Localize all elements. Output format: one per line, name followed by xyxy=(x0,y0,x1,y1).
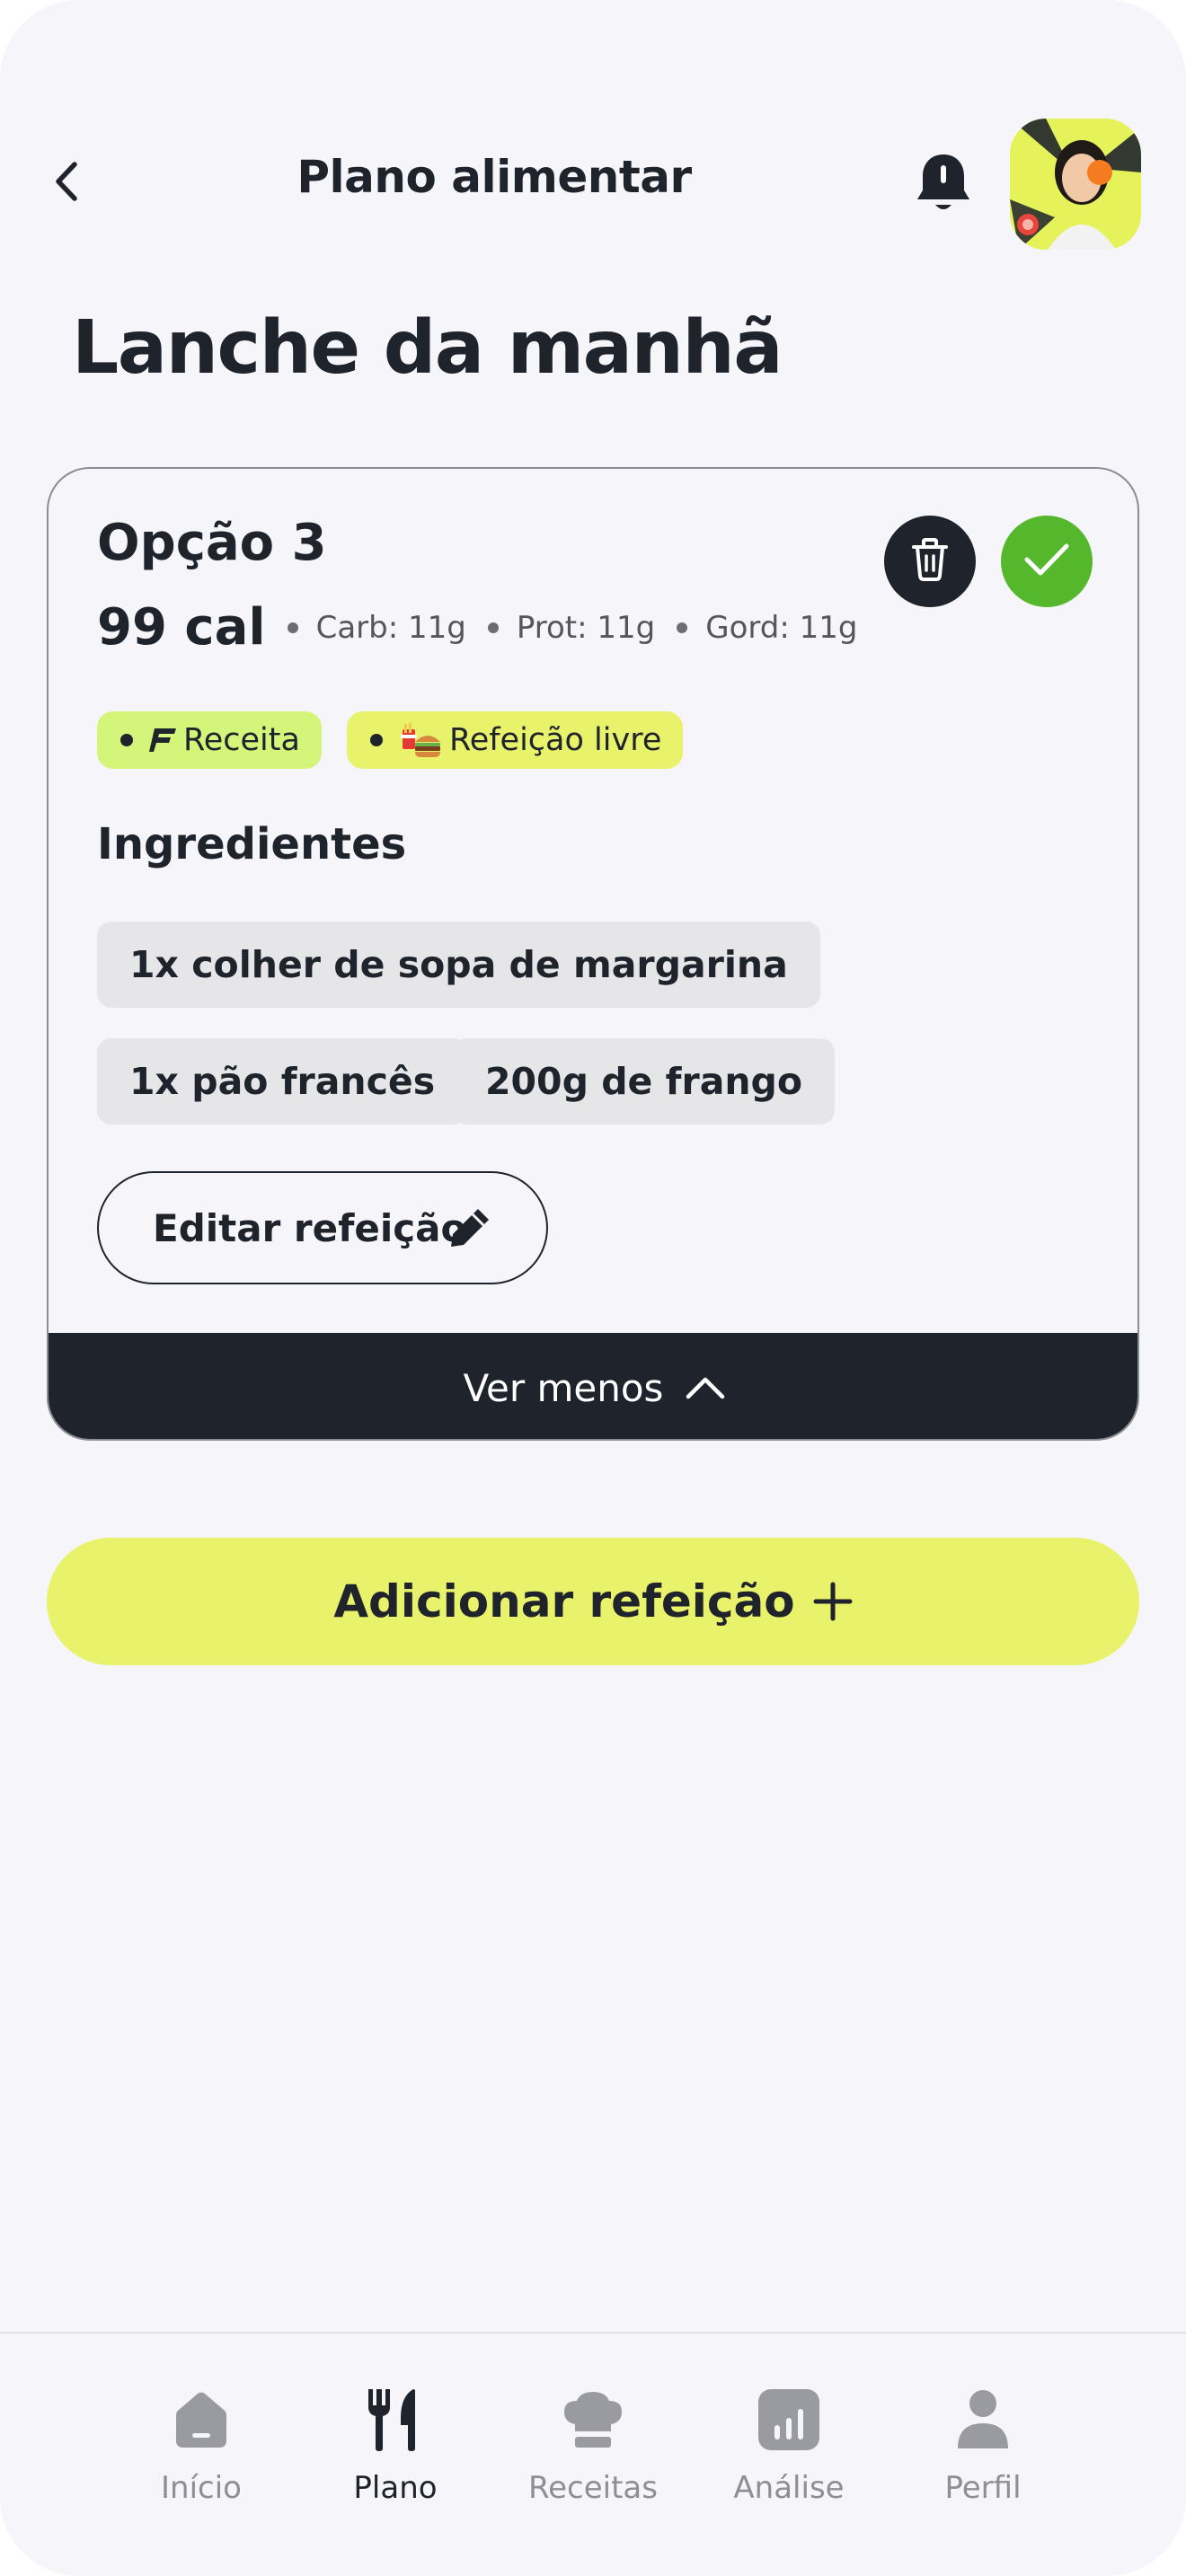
bar-chart-icon xyxy=(757,2384,821,2456)
meal-option-card: Opção 3 99 cal Carb: 11g Prot: 11g Gord:… xyxy=(47,467,1139,1441)
bottom-tab-bar: Início Plano Receitas Análise Perfil xyxy=(0,2332,1186,2576)
confirm-button[interactable] xyxy=(1001,516,1093,607)
app-screen: Plano alimentar Lanche da manhã Opção 3 … xyxy=(0,0,1186,2576)
tab-label: Início xyxy=(161,2470,242,2506)
tag-list: Receita Refeição livre xyxy=(97,711,684,769)
pencil-icon xyxy=(447,1205,492,1259)
notifications-button[interactable] xyxy=(909,149,978,221)
see-less-button[interactable]: Ver menos xyxy=(49,1333,1137,1439)
header-title: Plano alimentar xyxy=(296,151,692,203)
trash-icon xyxy=(908,536,951,587)
avatar[interactable] xyxy=(1010,119,1141,250)
tag-dot xyxy=(120,734,133,746)
tag-dot xyxy=(369,734,383,746)
tab-label: Receitas xyxy=(528,2470,658,2506)
bell-icon xyxy=(914,151,973,219)
separator-dot xyxy=(487,622,499,633)
fat-value: Gord: 11g xyxy=(705,609,858,646)
chevron-up-icon xyxy=(685,1375,726,1400)
separator-dot xyxy=(287,622,298,633)
tab-perfil[interactable]: Perfil xyxy=(893,2384,1073,2527)
ingredient-chip[interactable]: 1x pão francês xyxy=(97,1038,468,1125)
brand-logo-icon xyxy=(149,728,176,752)
nutrition-summary: 99 cal Carb: 11g Prot: 11g Gord: 11g xyxy=(97,598,857,657)
add-meal-button[interactable]: Adicionar refeição xyxy=(47,1538,1139,1665)
check-icon xyxy=(1023,542,1070,581)
tag-label: Receita xyxy=(183,722,300,758)
tab-label: Análise xyxy=(733,2470,845,2506)
tag-recipe: Receita xyxy=(97,711,322,769)
separator-dot xyxy=(677,622,688,633)
tab-inicio[interactable]: Início xyxy=(111,2384,291,2527)
home-icon xyxy=(169,2384,234,2456)
chef-hat-icon xyxy=(561,2384,625,2456)
tab-label: Plano xyxy=(353,2470,438,2506)
tab-plano[interactable]: Plano xyxy=(305,2384,485,2527)
carb-value: Carb: 11g xyxy=(315,609,466,646)
user-icon xyxy=(954,2384,1012,2456)
top-header: Plano alimentar xyxy=(0,108,1186,260)
plus-icon xyxy=(813,1582,853,1621)
delete-button[interactable] xyxy=(884,516,976,607)
tag-free-meal: Refeição livre xyxy=(346,711,684,769)
edit-meal-label: Editar refeição xyxy=(153,1205,467,1250)
page-title: Lanche da manhã xyxy=(72,305,783,391)
fast-food-emoji-icon xyxy=(399,722,442,758)
tag-label: Refeição livre xyxy=(448,722,662,758)
see-less-label: Ver menos xyxy=(463,1365,664,1410)
utensils-icon xyxy=(361,2384,429,2456)
ingredient-chip[interactable]: 200g de frango xyxy=(453,1038,836,1125)
ingredients-title: Ingredientes xyxy=(97,819,407,869)
edit-meal-button[interactable]: Editar refeição xyxy=(97,1171,548,1284)
protein-value: Prot: 11g xyxy=(516,609,656,646)
add-meal-label: Adicionar refeição xyxy=(333,1575,795,1628)
tab-receitas[interactable]: Receitas xyxy=(503,2384,683,2527)
option-title: Opção 3 xyxy=(97,514,327,572)
ingredient-chip[interactable]: 1x colher de sopa de margarina xyxy=(97,922,820,1008)
tab-label: Perfil xyxy=(944,2470,1022,2506)
tab-analise[interactable]: Análise xyxy=(699,2384,879,2527)
calories-value: 99 cal xyxy=(97,598,266,657)
